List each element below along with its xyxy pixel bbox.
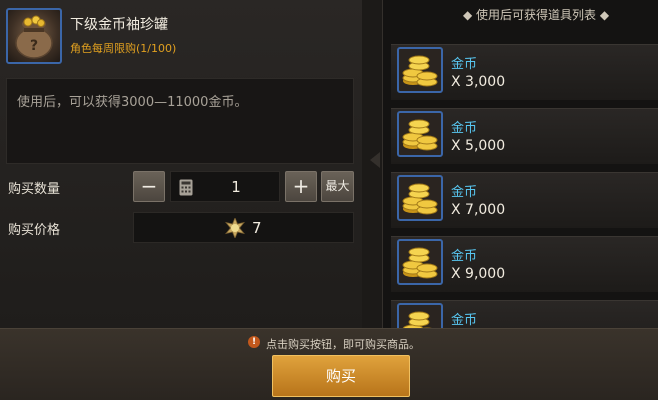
panel-pointer-arrow [370, 152, 380, 168]
quantity-field[interactable]: 1 [170, 171, 280, 202]
reward-item-quantity: X 5,000 [451, 138, 506, 154]
gold-coins-icon [397, 175, 443, 221]
calculator-icon[interactable] [179, 179, 193, 196]
item-description: 使用后，可以获得3000—11000金币。 [17, 95, 248, 110]
max-quantity-button[interactable]: 最大 [321, 171, 354, 202]
reward-item-quantity: X 9,000 [451, 266, 506, 282]
price-value: 7 [252, 219, 262, 237]
reward-list-panel[interactable]: ◆ 使用后可获得道具列表 ◆ 金币 X 3,000 金币 X 5,000 金币 … [382, 0, 658, 328]
item-description-box: 使用后，可以获得3000—11000金币。 [6, 78, 354, 164]
reward-list-item[interactable]: 金币 X 5,000 [391, 108, 658, 164]
reward-list-title: ◆ 使用后可获得道具列表 ◆ [463, 8, 610, 22]
reward-list-item[interactable]: 金币 X 7,000 [391, 172, 658, 228]
reward-list-item[interactable]: 金币 X 3,000 [391, 44, 658, 100]
svg-text:?: ? [30, 38, 38, 54]
purchase-hint: 点击购买按钮，即可购买商品。 [266, 338, 420, 351]
item-name: 下级金币袖珍罐 [70, 17, 168, 33]
quantity-label: 购买数量 [8, 182, 61, 197]
weekly-limit: 角色每周限购(1/100) [70, 42, 177, 55]
reward-list-item[interactable]: 金币 X 9,000 [391, 236, 658, 292]
gem-currency-icon [225, 218, 245, 238]
gold-coins-icon [397, 47, 443, 93]
coin-pouch-icon: ? [6, 8, 62, 64]
purchase-panel: ? 下级金币袖珍罐 角色每周限购(1/100) 使用后，可以获得3000—110… [0, 0, 362, 328]
reward-item-name: 金币 [451, 249, 478, 264]
gold-coins-icon [397, 239, 443, 285]
quantity-value[interactable]: 1 [221, 178, 251, 196]
decrease-quantity-button[interactable]: − [133, 171, 165, 202]
price-label: 购买价格 [8, 223, 61, 238]
reward-item-name: 金币 [451, 313, 478, 328]
increase-quantity-button[interactable]: + [285, 171, 317, 202]
reward-item-quantity: X 7,000 [451, 202, 506, 218]
reward-item-name: 金币 [451, 185, 478, 200]
buy-button[interactable]: 购买 [272, 355, 410, 397]
reward-list-item[interactable]: 金币 [391, 300, 658, 328]
price-field: 7 [133, 212, 354, 243]
gold-coins-icon [397, 303, 443, 328]
warning-icon: ! [248, 336, 260, 348]
gold-coins-icon [397, 111, 443, 157]
reward-item-name: 金币 [451, 57, 478, 72]
reward-item-name: 金币 [451, 121, 478, 136]
reward-item-quantity: X 3,000 [451, 74, 506, 90]
